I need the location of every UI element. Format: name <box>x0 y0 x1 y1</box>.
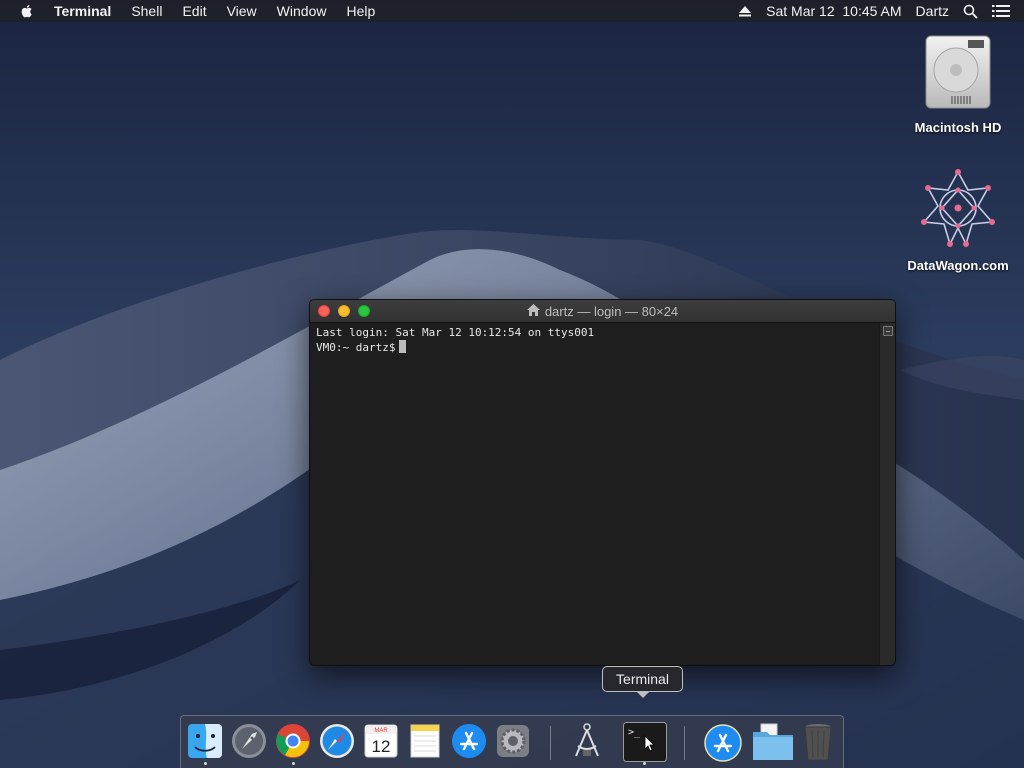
dock-item-system-preferences[interactable] <box>494 722 532 760</box>
dock-item-launchpad[interactable] <box>230 722 268 760</box>
dock-separator <box>684 726 685 760</box>
maximize-button[interactable] <box>358 305 370 317</box>
dock-item-documents[interactable] <box>751 722 793 760</box>
terminal-line: Last login: Sat Mar 12 10:12:54 on ttys0… <box>316 326 595 339</box>
trash-icon <box>804 724 832 761</box>
desktop-icon-macintosh-hd[interactable]: Macintosh HD <box>903 30 1013 135</box>
split-pane-icon[interactable] <box>883 326 893 336</box>
desktop-icon-datawagon[interactable]: DataWagon.com <box>903 168 1013 273</box>
app-store-icon <box>452 724 486 758</box>
dock-item-calendar[interactable]: MAR 12 <box>362 722 400 760</box>
datawagon-icon <box>918 168 998 252</box>
dock-separator <box>550 726 551 760</box>
terminal-prompt-line: VM0:~ dartz$ <box>316 340 873 355</box>
terminal-icon: >_ <box>623 722 667 762</box>
calendar-icon: MAR 12 <box>364 724 398 758</box>
minimize-button[interactable] <box>338 305 350 317</box>
menu-help[interactable]: Help <box>346 0 375 22</box>
system-preferences-icon <box>497 725 529 757</box>
apple-icon[interactable] <box>19 3 35 19</box>
window-title: dartz — login — 80×24 <box>544 304 679 319</box>
dock-item-directory-utility[interactable] <box>568 722 606 760</box>
close-button[interactable] <box>318 305 330 317</box>
menu-edit[interactable]: Edit <box>182 0 206 22</box>
svg-text:>_: >_ <box>628 727 641 738</box>
hard-drive-icon <box>918 30 998 114</box>
menu-app-name[interactable]: Terminal <box>54 0 111 22</box>
calendar-month: MAR <box>374 728 388 734</box>
dock-item-terminal[interactable]: >_ <box>623 722 667 762</box>
folder-icon <box>753 723 793 760</box>
dock-item-app-store[interactable] <box>450 722 488 760</box>
dock-tooltip: Terminal <box>602 666 683 698</box>
menu-view[interactable]: View <box>227 0 257 22</box>
home-icon <box>526 300 540 323</box>
user-menu[interactable]: Dartz <box>916 0 949 22</box>
eject-icon[interactable] <box>738 5 752 17</box>
menu-window[interactable]: Window <box>277 0 327 22</box>
terminal-output[interactable]: Last login: Sat Mar 12 10:12:54 on ttys0… <box>310 323 879 665</box>
dock-item-notes[interactable] <box>406 722 444 760</box>
window-controls <box>318 305 378 317</box>
launchpad-icon <box>232 724 266 758</box>
safari-icon <box>320 724 354 758</box>
menu-bar-extras: Sat Mar 12 10:45 AM Dartz <box>738 0 1024 22</box>
clock[interactable]: Sat Mar 12 10:45 AM <box>766 0 901 22</box>
chrome-icon <box>276 724 310 758</box>
dock-item-finder[interactable] <box>186 722 224 760</box>
notification-center-icon[interactable] <box>992 4 1010 18</box>
compass-icon <box>575 723 599 757</box>
running-indicator <box>292 762 295 765</box>
terminal-prompt: VM0:~ dartz$ <box>316 341 396 354</box>
running-indicator <box>643 762 646 765</box>
window-title-bar[interactable]: dartz — login — 80×24 <box>310 300 895 323</box>
spotlight-search-icon[interactable] <box>963 4 978 19</box>
dock-item-chrome[interactable] <box>274 722 312 760</box>
calendar-day: 12 <box>372 737 391 756</box>
terminal-window[interactable]: dartz — login — 80×24 Last login: Sat Ma… <box>309 299 896 666</box>
notes-icon <box>410 724 440 758</box>
menu-shell[interactable]: Shell <box>131 0 162 22</box>
menu-bar: Terminal Shell Edit View Window Help Sat… <box>0 0 1024 22</box>
dock-item-app-store-downloads[interactable] <box>703 722 742 762</box>
vertical-scrollbar[interactable] <box>879 323 895 665</box>
app-store-icon <box>704 724 742 762</box>
text-cursor <box>399 340 407 353</box>
dock-item-safari[interactable] <box>318 722 356 760</box>
desktop-icon-label: Macintosh HD <box>914 120 1002 135</box>
dock: MAR 12 >_ <box>180 715 844 768</box>
running-indicator <box>204 762 207 765</box>
finder-icon <box>188 724 222 758</box>
dock-item-trash[interactable] <box>799 722 837 761</box>
desktop-icon-label: DataWagon.com <box>907 258 1009 273</box>
